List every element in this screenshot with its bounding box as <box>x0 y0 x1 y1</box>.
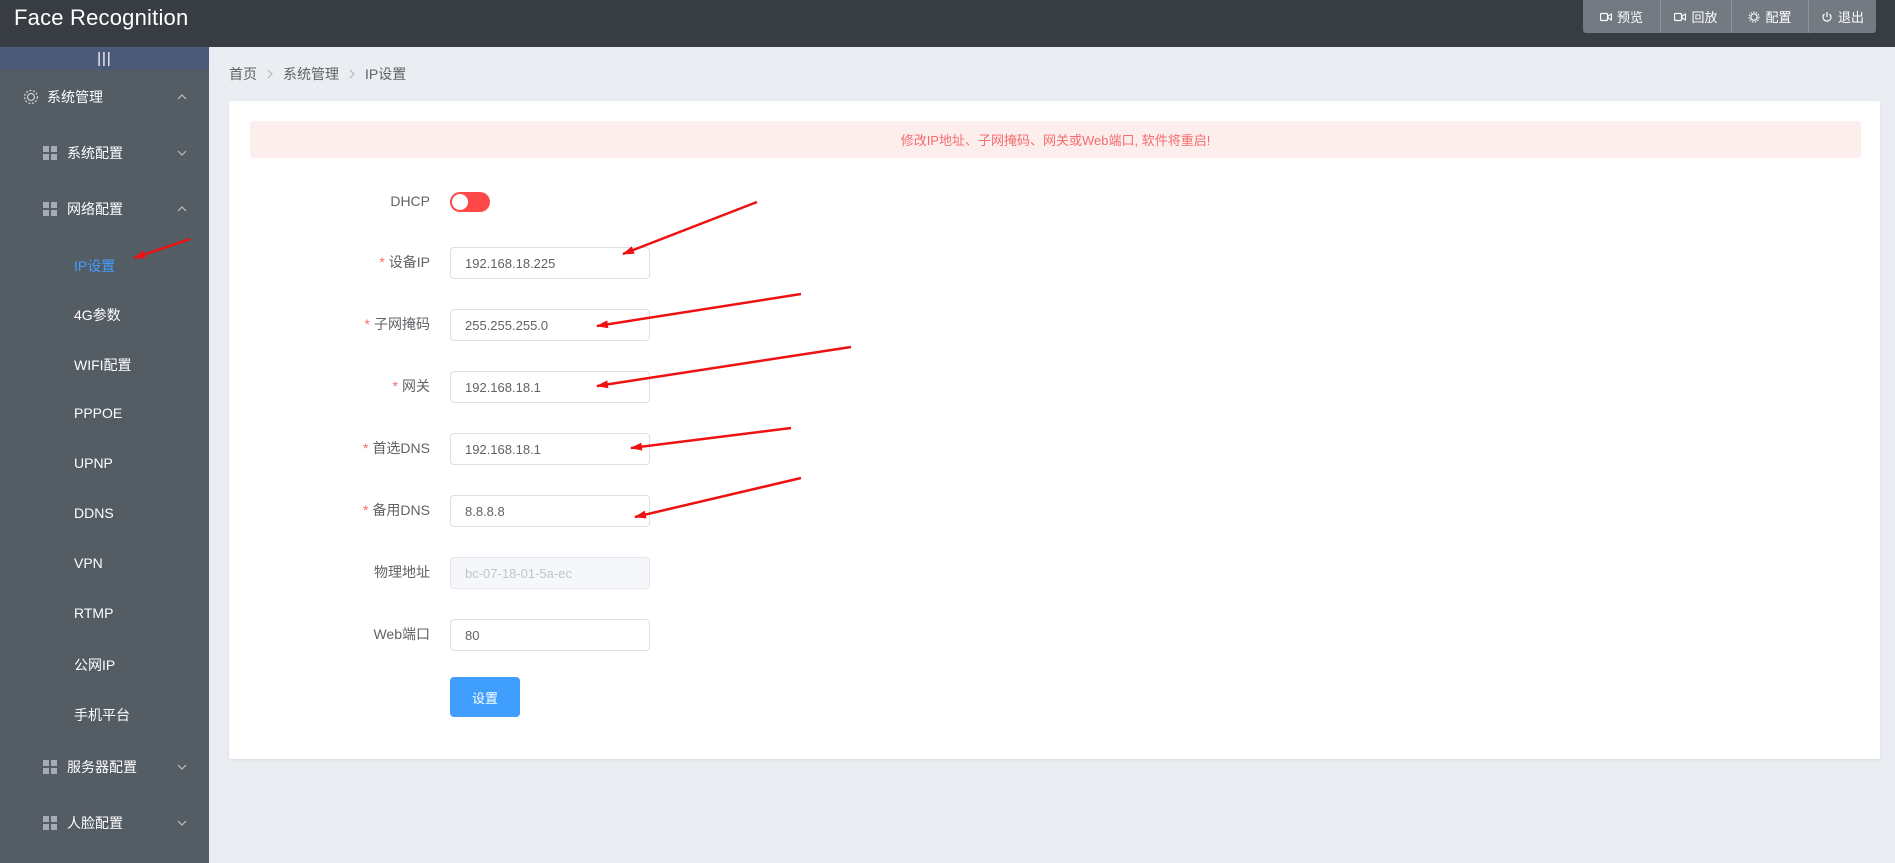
mac-address-label: 物理地址 <box>260 556 430 588</box>
video-camera-icon <box>1599 12 1612 22</box>
chevron-down-icon <box>177 820 187 826</box>
sidebar-item-upnp[interactable]: UPNP <box>74 455 113 471</box>
restart-warning-alert: 修改IP地址、子网掩码、网关或Web端口, 软件将重启! <box>250 121 1861 158</box>
subnet-mask-label-text: 子网掩码 <box>374 316 430 332</box>
sidebar-item-4g-params[interactable]: 4G参数 <box>74 305 121 325</box>
chevron-down-icon <box>177 764 187 770</box>
required-mark: * <box>362 440 369 456</box>
breadcrumb-home[interactable]: 首页 <box>229 64 257 84</box>
gear-icon <box>1748 11 1760 23</box>
app-title: Face Recognition <box>14 5 189 30</box>
device-ip-input[interactable] <box>450 247 650 279</box>
top-action-group: 预览 回放 配置 退出 <box>1583 0 1876 33</box>
chevron-down-icon <box>177 150 187 156</box>
sidebar-item-system-management[interactable]: 系统管理 <box>0 75 209 119</box>
mac-address-label-text: 物理地址 <box>374 564 430 580</box>
dhcp-label: DHCP <box>260 185 430 217</box>
submit-settings-button[interactable]: 设置 <box>450 677 520 717</box>
sidebar-item-ddns[interactable]: DDNS <box>74 505 114 521</box>
primary-dns-label: * 首选DNS <box>260 432 430 464</box>
device-ip-label: * 设备IP <box>260 246 430 278</box>
dhcp-toggle-knob <box>452 194 468 210</box>
required-mark: * <box>392 378 398 394</box>
preview-button[interactable]: 预览 <box>1583 0 1661 33</box>
sidebar-collapse-toggle[interactable]: ||| <box>0 47 209 70</box>
breadcrumb: 首页 系统管理 IP设置 <box>229 64 406 84</box>
preview-label: 预览 <box>1616 10 1643 25</box>
required-mark: * <box>362 502 369 518</box>
gateway-input[interactable] <box>450 371 650 403</box>
chevron-up-icon <box>177 94 187 100</box>
subnet-mask-input[interactable] <box>450 309 650 341</box>
sidebar-item-mobile-platform[interactable]: 手机平台 <box>74 705 130 725</box>
dhcp-label-text: DHCP <box>390 193 430 209</box>
gateway-label: * 网关 <box>260 370 430 402</box>
playback-label: 回放 <box>1691 10 1718 25</box>
power-icon <box>1821 11 1833 23</box>
grid-icon <box>43 816 57 830</box>
logout-label: 退出 <box>1837 10 1864 25</box>
video-camera-icon <box>1674 12 1687 22</box>
chevron-right-icon <box>349 69 355 79</box>
chevron-up-icon <box>177 206 187 212</box>
primary-dns-input[interactable] <box>450 433 650 465</box>
sidebar-item-rtmp[interactable]: RTMP <box>74 605 113 621</box>
secondary-dns-input[interactable] <box>450 495 650 527</box>
sidebar-item-label: 系统管理 <box>47 89 103 105</box>
required-mark: * <box>379 254 385 270</box>
sidebar-item-server-config[interactable]: 服务器配置 <box>0 747 209 787</box>
grid-icon <box>43 146 57 160</box>
chevron-right-icon <box>267 69 273 79</box>
subnet-mask-label: * 子网掩码 <box>260 308 430 340</box>
config-button[interactable]: 配置 <box>1732 0 1809 33</box>
logout-button[interactable]: 退出 <box>1809 0 1876 33</box>
sidebar: ||| 系统管理 系统配置 网络配置 IP设置 4G参数 WIFI配置 PPPO… <box>0 47 209 863</box>
gateway-label-text: 网关 <box>402 378 430 394</box>
gear-icon <box>23 89 39 105</box>
sidebar-item-public-ip[interactable]: 公网IP <box>74 655 115 675</box>
sidebar-item-network-config[interactable]: 网络配置 <box>0 189 209 229</box>
secondary-dns-label: * 备用DNS <box>260 494 430 526</box>
device-ip-label-text: 设备IP <box>388 254 430 270</box>
web-port-label: Web端口 <box>260 618 430 650</box>
sidebar-item-vpn[interactable]: VPN <box>74 555 103 571</box>
sidebar-item-face-config[interactable]: 人脸配置 <box>0 803 209 843</box>
top-header: Face Recognition 预览 回放 配置 退出 <box>0 0 1895 47</box>
sidebar-item-label: 系统配置 <box>67 145 123 161</box>
web-port-label-text: Web端口 <box>373 626 430 642</box>
sidebar-item-label: 网络配置 <box>67 201 123 217</box>
sidebar-item-pppoe[interactable]: PPPOE <box>74 405 122 421</box>
sidebar-item-wifi-config[interactable]: WIFI配置 <box>74 355 132 375</box>
breadcrumb-system-management[interactable]: 系统管理 <box>283 64 339 84</box>
primary-dns-label-text: 首选DNS <box>372 440 430 456</box>
playback-button[interactable]: 回放 <box>1661 0 1732 33</box>
config-label: 配置 <box>1765 10 1792 25</box>
sidebar-item-ip-settings[interactable]: IP设置 <box>74 256 115 276</box>
sidebar-item-system-config[interactable]: 系统配置 <box>0 133 209 173</box>
sidebar-item-label: 服务器配置 <box>67 759 137 775</box>
dhcp-toggle[interactable] <box>450 192 490 212</box>
grid-icon <box>43 202 57 216</box>
ip-settings-card: 修改IP地址、子网掩码、网关或Web端口, 软件将重启! DHCP * 设备IP … <box>229 101 1880 759</box>
breadcrumb-current: IP设置 <box>365 66 407 82</box>
sidebar-item-label: 人脸配置 <box>67 815 123 831</box>
web-port-input[interactable] <box>450 619 650 651</box>
mac-address-input <box>450 557 650 589</box>
grid-icon <box>43 760 57 774</box>
secondary-dns-label-text: 备用DNS <box>372 502 430 518</box>
required-mark: * <box>364 316 370 332</box>
